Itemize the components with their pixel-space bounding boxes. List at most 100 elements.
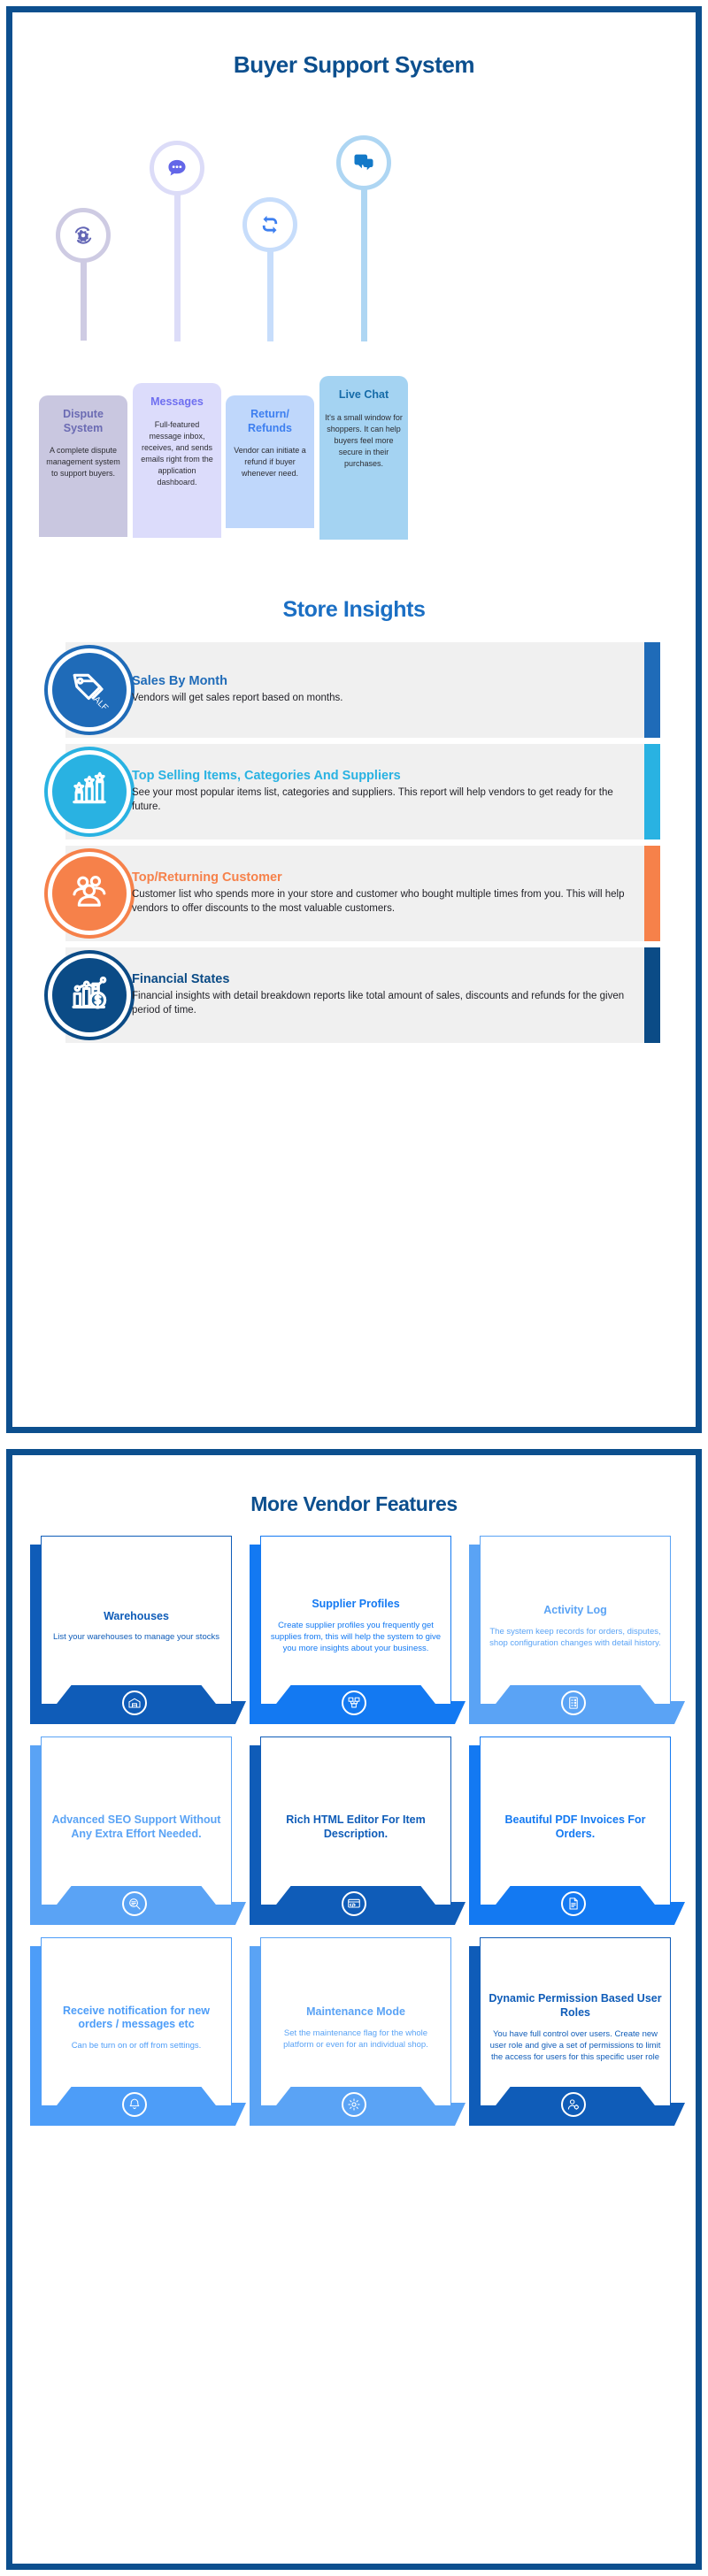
pin-stem [80,260,87,341]
card-body: Supplier Profiles Create supplier profile… [260,1536,451,1705]
row-text: Financial States Financial insights with … [132,972,632,1018]
vendor-feature-card[interactable]: Supplier Profiles Create supplier profile… [250,1536,458,1724]
card-title: Live Chat [338,388,389,401]
card-description: Set the maintenance flag for the whole p… [283,2028,428,2050]
store-insight-row[interactable]: Top/Returning Customer Customer list who … [12,846,696,941]
card-title: Return/ Refunds [248,408,292,434]
sale-tags-icon: SALE [69,668,111,714]
row-icon-circle [44,747,135,837]
card-description: List your warehouses to manage your stoc… [53,1632,219,1643]
buyer-support-card[interactable]: Live Chat It's a small window for shopper… [319,376,408,540]
row-description: See your most popular items list, catego… [132,787,613,813]
row-title: Financial States [132,971,230,986]
store-insight-row[interactable]: Top Selling Items, Categories And Suppli… [12,744,696,840]
row-icon-circle [44,848,135,939]
vendor-feature-card[interactable]: Dynamic Permission Based User Roles You h… [469,1937,678,2126]
card-title: Maintenance Mode [306,2005,405,2018]
card-description: Full-featured message inbox, receives, a… [141,419,213,487]
card-title: Receive notification for new orders / me… [62,2004,210,2031]
vendor-feature-card[interactable]: Rich HTML Editor For Item Description. [250,1736,458,1925]
buyer-support-card[interactable]: Dispute System A complete dispute managem… [39,395,127,537]
card-title: Beautiful PDF Invoices For Orders. [504,1813,646,1840]
vendor-feature-card[interactable]: Beautiful PDF Invoices For Orders. [469,1736,678,1925]
card-title: Advanced SEO Support Without Any Extra E… [51,1813,221,1840]
seo-search-icon [122,1891,147,1916]
buyer-support-pins [12,93,696,376]
store-insight-row[interactable]: SALE Sales By Month Vendors will get sales… [12,642,696,738]
card-description: A complete dispute management system to … [46,446,120,479]
row-description: Financial insights with detail breakdown… [132,991,625,1016]
card-body: Activity Log The system keep records for … [480,1536,671,1705]
buyer-support-panel: Buyer Support System Dispute System A com… [6,6,702,1433]
vendor-feature-card[interactable]: Advanced SEO Support Without Any Extra E… [30,1736,239,1925]
card-body: Maintenance Mode Set the maintenance flag… [260,1937,451,2106]
card-body: Warehouses List your warehouses to manage… [41,1536,232,1705]
card-description: Vendor can initiate a refund if buyer wh… [234,446,306,479]
vendor-feature-card[interactable]: Receive notification for new orders / me… [30,1937,239,2126]
bar-chart-stars-icon [69,770,110,815]
customers-group-icon [69,871,110,916]
user-roles-icon [561,2092,586,2117]
card-body: Beautiful PDF Invoices For Orders. [480,1736,671,1905]
card-title: Rich HTML Editor For Item Description. [286,1813,426,1840]
chat-dots-icon [150,141,204,196]
card-description: You have full control over users. Create… [489,2028,661,2063]
store-insights-list: SALE Sales By Month Vendors will get sales… [12,642,696,1043]
buyer-support-pin-3 [226,197,314,344]
card-description: Can be turn on or off from settings. [71,2040,202,2051]
card-description: Create supplier profiles you frequently … [270,1620,442,1654]
return-arrows-icon [242,197,297,252]
row-edge-bar [644,642,660,738]
vendor-feature-card[interactable]: Warehouses List your warehouses to manage… [30,1536,239,1724]
activity-list-icon [561,1690,586,1715]
buyer-support-card[interactable]: Return/ Refunds Vendor can initiate a ref… [226,395,314,528]
maintenance-gear-icon [342,2092,366,2117]
row-icon-circle: SALE [44,645,135,735]
card-title: Dispute System [63,408,104,434]
pin-stem [360,188,367,341]
store-insights-title: Store Insights [282,597,426,622]
card-description: It's a small window for shoppers. It can… [325,412,403,468]
card-title: Supplier Profiles [312,1598,400,1611]
row-edge-bar [644,744,660,840]
card-title: Dynamic Permission Based User Roles [489,1992,662,2020]
buyer-support-pin-2 [133,141,221,344]
gear-refresh-icon [56,208,111,263]
card-body: Dynamic Permission Based User Roles You h… [480,1937,671,2106]
bell-icon [122,2092,147,2117]
html-editor-icon [342,1891,366,1916]
finance-chart-icon [69,973,110,1018]
more-vendor-features-panel: More Vendor Features Warehouses List your… [6,1449,702,2570]
pin-stem [173,193,181,341]
supplier-boxes-icon [342,1690,366,1715]
row-text: Top/Returning Customer Customer list who … [132,870,632,916]
row-description: Vendors will get sales report based on m… [132,693,343,704]
page-title: Buyer Support System [233,51,475,78]
row-edge-bar [644,947,660,1043]
pin-stem [266,249,273,341]
pdf-invoice-icon [561,1891,586,1916]
card-title: Messages [150,395,204,408]
card-body: Receive notification for new orders / me… [41,1937,232,2106]
row-text: Sales By Month Vendors will get sales rep… [132,674,632,706]
card-body: Rich HTML Editor For Item Description. [260,1736,451,1905]
row-title: Top/Returning Customer [132,870,282,885]
vendor-feature-card[interactable]: Activity Log The system keep records for … [469,1536,678,1724]
buyer-support-cards: Dispute System A complete dispute managem… [12,376,696,597]
warehouse-icon [122,1690,147,1715]
row-description: Customer list who spends more in your st… [132,889,625,915]
card-body: Advanced SEO Support Without Any Extra E… [41,1736,232,1905]
buyer-support-card[interactable]: Messages Full-featured message inbox, rec… [133,383,221,538]
card-description: The system keep records for orders, disp… [489,1626,661,1648]
row-edge-bar [644,846,660,941]
chat-bubbles-icon [336,135,391,190]
vendor-features-grid: Warehouses List your warehouses to manage… [12,1536,696,2126]
store-insight-row[interactable]: Financial States Financial insights with … [12,947,696,1043]
card-title: Warehouses [104,1609,169,1622]
more-vendor-features-title: More Vendor Features [250,1492,458,1515]
row-icon-circle [44,950,135,1040]
row-text: Top Selling Items, Categories And Suppli… [132,769,632,815]
row-title: Sales By Month [132,673,227,688]
card-title: Activity Log [543,1603,607,1616]
vendor-feature-card[interactable]: Maintenance Mode Set the maintenance flag… [250,1937,458,2126]
